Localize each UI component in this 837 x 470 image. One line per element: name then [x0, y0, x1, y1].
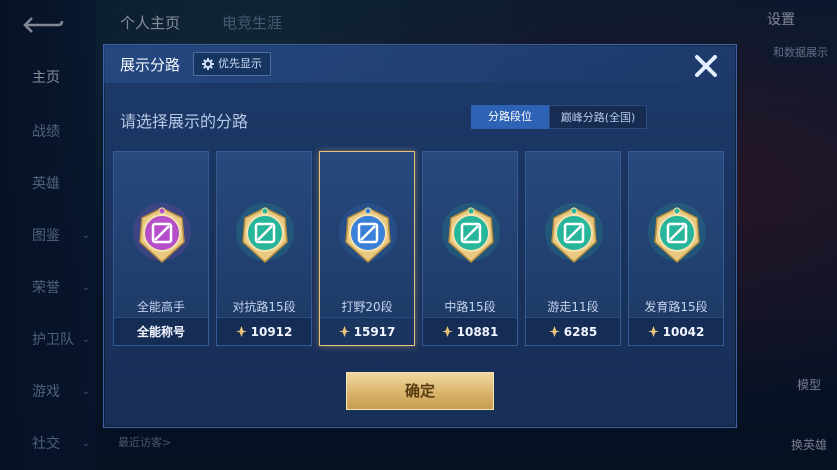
lane-card-footer: 6285 — [526, 317, 620, 345]
lane-score: 15917 — [353, 324, 396, 339]
lane-card[interactable]: 打野20段 15917 — [319, 151, 415, 346]
lane-score: 10881 — [456, 324, 499, 339]
gear-icon — [202, 58, 214, 70]
lane-score: 10042 — [662, 324, 705, 339]
farm-lane-emblem-icon — [648, 203, 706, 264]
rank-points-icon — [441, 326, 453, 337]
lane-card[interactable]: 发育路15段 10042 — [628, 151, 724, 346]
lane-card[interactable]: 游走11段 6285 — [525, 151, 621, 346]
lane-score: 6285 — [563, 324, 598, 339]
rank-points-icon — [647, 326, 659, 337]
lane-name: 发育路15段 — [644, 300, 708, 314]
rank-points-icon — [338, 326, 350, 337]
jungle-emblem-icon — [339, 203, 397, 264]
roam-emblem-icon — [545, 203, 603, 264]
lane-footer-title: 全能称号 — [136, 325, 185, 339]
lane-name: 对抗路15段 — [232, 300, 296, 314]
lane-card-footer: 全能称号 — [114, 317, 208, 345]
lane-name: 游走11段 — [547, 300, 599, 314]
lane-name: 打野20段 — [341, 300, 393, 314]
lane-card[interactable]: 中路15段 10881 — [422, 151, 518, 346]
all-round-emblem-icon — [133, 203, 191, 264]
priority-display-label: 优先显示 — [218, 57, 262, 70]
lane-card-footer: 10881 — [423, 317, 517, 345]
lane-mode-switch: 分路段位 巅峰分路(全国) — [471, 105, 647, 129]
rank-points-icon — [548, 326, 560, 337]
lane-card-footer: 10042 — [629, 317, 723, 345]
close-icon[interactable] — [688, 48, 724, 84]
dialog-subtitle: 请选择展示的分路 — [120, 112, 249, 131]
lane-score: 10912 — [250, 324, 293, 339]
tab-lane-rank[interactable]: 分路段位 — [471, 105, 549, 129]
priority-display-button[interactable]: 优先显示 — [193, 52, 271, 76]
dialog-title: 展示分路 — [120, 56, 181, 74]
tab-peak-lane-national[interactable]: 巅峰分路(全国) — [549, 105, 647, 129]
lane-name: 中路15段 — [444, 300, 496, 314]
lane-card[interactable]: 全能高手 全能称号 — [113, 151, 209, 346]
lane-card-footer: 10912 — [217, 317, 311, 345]
clash-lane-emblem-icon — [236, 203, 294, 264]
lane-card-footer: 15917 — [320, 317, 414, 345]
lane-display-dialog: 展示分路 优先显示 请选择展示的分路 分路段位 巅峰分路(全国) 全能高手全能称… — [103, 44, 737, 428]
rank-points-icon — [235, 326, 247, 337]
lane-name: 全能高手 — [136, 300, 185, 314]
lane-card[interactable]: 对抗路15段 10912 — [216, 151, 312, 346]
mid-lane-emblem-icon — [442, 203, 500, 264]
confirm-button[interactable]: 确定 — [346, 372, 494, 410]
